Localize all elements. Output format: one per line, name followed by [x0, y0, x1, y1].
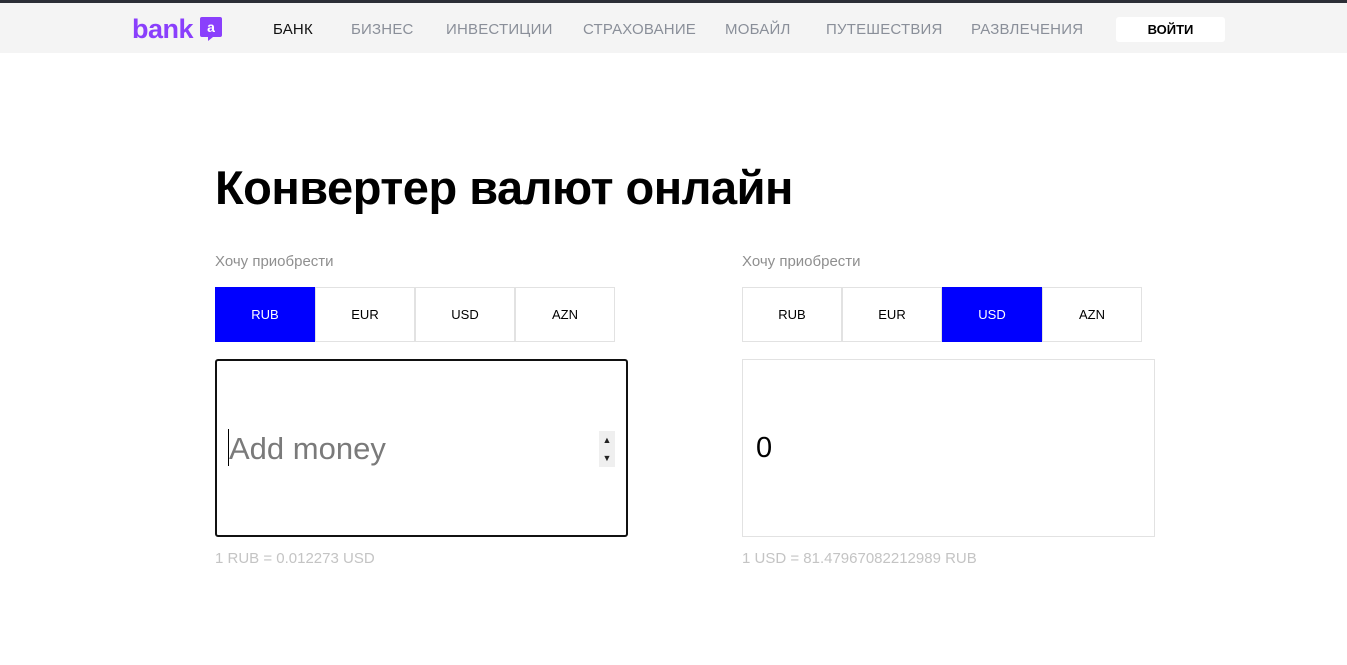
converted-amount-box: 0	[742, 359, 1155, 537]
to-currency-rub-button[interactable]: RUB	[742, 287, 842, 342]
nav-item-insurance[interactable]: СТРАХОВАНИЕ	[583, 21, 696, 38]
to-currency-selector: RUB EUR USD AZN	[742, 287, 1142, 342]
header-bar: bank a БАНК БИЗНЕС ИНВЕСТИЦИИ СТРАХОВАНИ…	[0, 3, 1347, 53]
converter-from-panel: Хочу приобрести RUB EUR USD AZN ▲ ▼ 1 RU…	[215, 253, 655, 567]
nav-item-mobile[interactable]: МОБАЙЛ	[725, 21, 791, 38]
nav-item-business[interactable]: БИЗНЕС	[351, 21, 414, 38]
from-currency-selector: RUB EUR USD AZN	[215, 287, 615, 342]
nav-item-investments[interactable]: ИНВЕСТИЦИИ	[446, 21, 553, 38]
spinner-down-icon[interactable]: ▼	[603, 453, 612, 463]
logo-badge-letter: a	[207, 19, 215, 35]
text-caret	[228, 429, 229, 466]
page-title: Конвертер валют онлайн	[215, 161, 793, 214]
from-currency-usd-button[interactable]: USD	[415, 287, 515, 342]
logo-text: bank	[132, 13, 194, 44]
converter-to-panel: Хочу приобрести RUB EUR USD AZN 0 1 USD …	[742, 253, 1182, 567]
from-currency-azn-button[interactable]: AZN	[515, 287, 615, 342]
from-currency-rub-button[interactable]: RUB	[215, 287, 315, 342]
logo[interactable]: bank a	[132, 13, 223, 45]
to-currency-azn-button[interactable]: AZN	[1042, 287, 1142, 342]
from-currency-eur-button[interactable]: EUR	[315, 287, 415, 342]
spinner-up-icon[interactable]: ▲	[603, 435, 612, 445]
number-spinner[interactable]: ▲ ▼	[599, 431, 615, 467]
to-currency-usd-button[interactable]: USD	[942, 287, 1042, 342]
nav-item-entertainment[interactable]: РАЗВЛЕЧЕНИЯ	[971, 21, 1083, 38]
from-label: Хочу приобрести	[215, 253, 334, 270]
nav-item-travel[interactable]: ПУТЕШЕСТВИЯ	[826, 21, 943, 38]
from-rate-text: 1 RUB = 0.012273 USD	[215, 550, 375, 567]
logo-badge-icon: a	[199, 16, 223, 42]
amount-input[interactable]	[229, 429, 589, 469]
converted-amount-value: 0	[756, 432, 773, 464]
amount-input-box[interactable]: ▲ ▼	[215, 359, 628, 537]
to-currency-eur-button[interactable]: EUR	[842, 287, 942, 342]
nav-item-bank[interactable]: БАНК	[273, 21, 313, 38]
login-button[interactable]: ВОЙТИ	[1116, 17, 1225, 42]
to-label: Хочу приобрести	[742, 253, 861, 270]
to-rate-text: 1 USD = 81.47967082212989 RUB	[742, 550, 977, 567]
